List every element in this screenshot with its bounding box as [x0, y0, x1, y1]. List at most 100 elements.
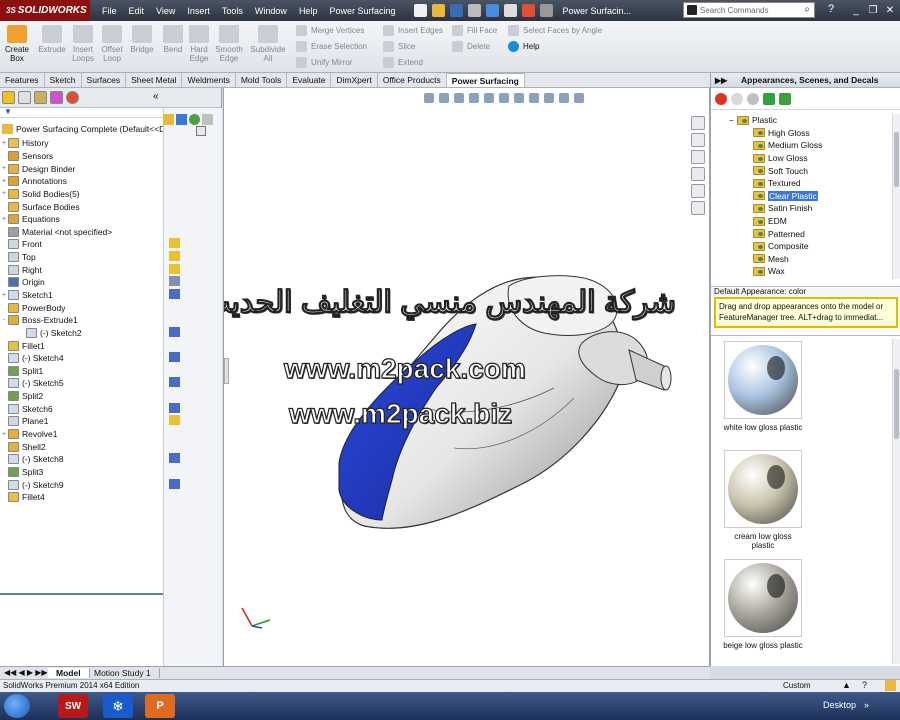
tree-item-revolve1[interactable]: + Revolve1 [0, 428, 163, 441]
bridge-button[interactable]: Bridge [128, 25, 156, 54]
scene-icon[interactable] [202, 114, 213, 125]
tree-item-split2[interactable]: Split2 [0, 390, 163, 403]
appearance-folder-clear-plastic[interactable]: Clear Plastic [711, 190, 891, 203]
expand-toggle-icon[interactable]: + [0, 178, 8, 185]
tab-dimxpert[interactable]: DimXpert [331, 73, 378, 87]
appearance-folder-composite[interactable]: Composite [711, 240, 891, 253]
expand-toggle-icon[interactable]: + [0, 431, 8, 438]
swatch-white-low-gloss[interactable]: white low gloss plastic [723, 341, 803, 432]
add-file-icon[interactable] [747, 92, 759, 105]
tab-features[interactable]: Features [0, 73, 45, 87]
save-icon[interactable] [449, 4, 463, 17]
tree-item-sketch5[interactable]: (-) Sketch5 [0, 377, 163, 390]
pane-divider[interactable] [711, 335, 900, 336]
menu-edit[interactable]: Edit [129, 6, 145, 16]
tree-item-fillet4[interactable]: Fillet4 [0, 491, 163, 504]
swatch-beige-low-gloss[interactable]: beige low gloss plastic [723, 559, 803, 650]
tree-side-marker-icon[interactable] [169, 352, 180, 363]
appearance-folder-medium-gloss[interactable]: Medium Gloss [711, 139, 891, 152]
insert-edges-button[interactable]: Insert Edges [383, 25, 443, 36]
appearance-folder-edm[interactable]: EDM [711, 215, 891, 228]
tree-item-annotations[interactable]: + Annotations [0, 175, 163, 188]
expand-toggle-icon[interactable]: - [0, 317, 8, 324]
tree-item-fillet1[interactable]: Fillet1 [0, 339, 163, 352]
tree-item-split1[interactable]: Split1 [0, 365, 163, 378]
appearance-folder-high-gloss[interactable]: High Gloss [711, 127, 891, 140]
create-box-button[interactable]: Create Box [4, 25, 30, 63]
menu-view[interactable]: View [156, 6, 175, 16]
graphics-area[interactable]: شركة المهندس منسي التغليف الحديث www.m2p… [223, 88, 710, 666]
tree-item-solid-bodies-5[interactable]: + Solid Bodies(5) [0, 188, 163, 201]
appearance-folder-patterned[interactable]: Patterned [711, 227, 891, 240]
refresh-icon[interactable] [763, 92, 775, 105]
tab-power-surfacing[interactable]: Power Surfacing [446, 73, 525, 87]
tree-side-marker-icon[interactable] [169, 276, 180, 287]
scrollbar-thumb[interactable] [894, 369, 899, 439]
appearance-folder-soft-touch[interactable]: Soft Touch [711, 164, 891, 177]
tab-model[interactable]: Model [48, 668, 90, 678]
tree-item-design-binder[interactable]: + Design Binder [0, 162, 163, 175]
dimxpert-manager-tab-icon[interactable] [50, 91, 63, 104]
menu-help[interactable]: Help [299, 6, 318, 16]
erase-selection-button[interactable]: Erase Selection [296, 41, 367, 52]
help-status-icon[interactable]: ? [862, 680, 867, 690]
open-folder-icon[interactable] [431, 4, 445, 17]
tree-item-sensors[interactable]: Sensors [0, 150, 163, 163]
tree-item-split3[interactable]: Split3 [0, 466, 163, 479]
tree-side-marker-icon[interactable] [169, 453, 180, 464]
snowflake-app-icon[interactable]: ❄ [103, 694, 133, 718]
delete-button[interactable]: Delete [452, 41, 490, 52]
rebuild-icon[interactable] [521, 4, 535, 17]
configuration-manager-tab-icon[interactable] [34, 91, 47, 104]
tab-nav-arrows-icon[interactable]: ◀◀ ◀ ▶ ▶▶ [4, 668, 48, 677]
menu-insert[interactable]: Insert [187, 6, 210, 16]
windows-start-icon[interactable] [4, 694, 30, 718]
scrollbar-thumb[interactable] [894, 132, 899, 187]
solidworks-taskbar-icon[interactable]: SW [58, 694, 88, 718]
units-label[interactable]: Custom [783, 681, 811, 690]
tab-weldments[interactable]: Weldments [182, 73, 236, 87]
tree-side-marker-icon[interactable] [169, 415, 180, 426]
fill-face-button[interactable]: Fill Face [452, 25, 497, 36]
feature-manager-tab-icon[interactable] [2, 91, 15, 104]
select-faces-by-angle-button[interactable]: Select Faces by Angle [508, 25, 602, 36]
rebuild-status-icon[interactable] [885, 680, 896, 691]
tree-side-marker-icon[interactable] [169, 250, 180, 261]
tree-side-marker-icon[interactable] [169, 377, 180, 388]
restore-icon[interactable]: ❐ [865, 2, 881, 18]
tree-item-material-not-specified[interactable]: Material <not specified> [0, 225, 163, 238]
solidworks-logo[interactable]: 3S SOLIDWORKS [0, 0, 90, 21]
minimize-icon[interactable]: _ [848, 2, 864, 18]
tree-item-sketch8[interactable]: (-) Sketch8 [0, 453, 163, 466]
tree-side-marker-icon[interactable] [169, 263, 180, 274]
appearance-icon[interactable] [189, 114, 200, 125]
merge-vertices-button[interactable]: Merge Vertices [296, 25, 364, 36]
hard-edge-button[interactable]: Hard Edge [187, 25, 211, 63]
tab-motion-study-1[interactable]: Motion Study 1 [86, 668, 160, 678]
appearance-folder-mesh[interactable]: Mesh [711, 253, 891, 266]
tree-item-front[interactable]: Front [0, 238, 163, 251]
expand-toggle-icon[interactable]: + [0, 292, 8, 299]
menu-file[interactable]: File [102, 6, 117, 16]
powerpoint-taskbar-icon[interactable]: P [145, 694, 175, 718]
up-folder-icon[interactable] [779, 92, 791, 105]
appearances-tree-scrollbar[interactable] [892, 114, 900, 279]
tree-side-marker-icon[interactable] [169, 326, 180, 337]
tree-item-sketch6[interactable]: Sketch6 [0, 402, 163, 415]
appearances-root-icon[interactable] [715, 92, 727, 105]
pane-arrows-icon[interactable]: ▶▶ [715, 76, 727, 85]
tree-item-boss-extrude1[interactable]: - Boss-Extrude1 [0, 314, 163, 327]
add-folder-icon[interactable] [731, 92, 743, 105]
tab-office-products[interactable]: Office Products [378, 73, 447, 87]
appearance-folder-low-gloss[interactable]: Low Gloss [711, 152, 891, 165]
tab-mold-tools[interactable]: Mold Tools [236, 73, 288, 87]
tab-sheet-metal[interactable]: Sheet Metal [126, 73, 183, 87]
property-manager-tab-icon[interactable] [18, 91, 31, 104]
bend-button[interactable]: Bend [160, 25, 186, 54]
appearance-folder-wax[interactable]: Wax [711, 265, 891, 278]
help-question-icon[interactable]: ? [828, 3, 834, 15]
smooth-edge-button[interactable]: Smooth Edge [213, 25, 245, 63]
tree-item-history[interactable]: + History [0, 137, 163, 150]
tree-item-equations[interactable]: + Equations [0, 213, 163, 226]
unify-mirror-button[interactable]: Unify Mirror [296, 57, 352, 68]
